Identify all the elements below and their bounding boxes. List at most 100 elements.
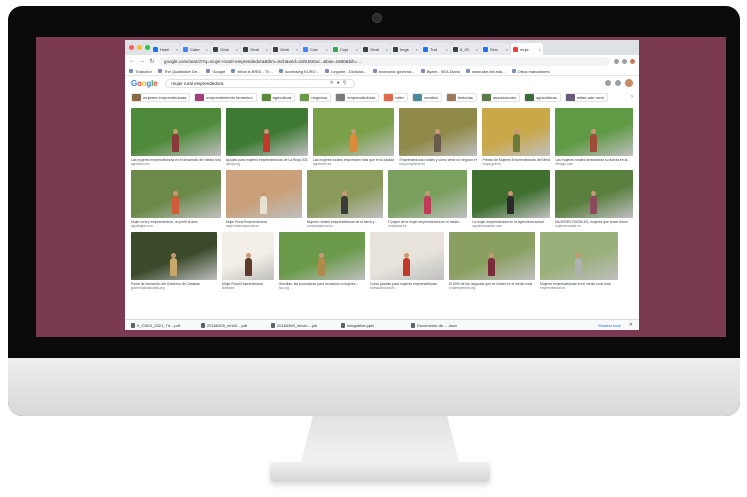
- image-result[interactable]: Mujer Rural Emprendedora mujerruralempren…: [225, 170, 302, 228]
- tab-close-icon[interactable]: ×: [206, 47, 208, 52]
- browser-tab[interactable]: Gesti ×: [271, 43, 300, 55]
- image-result[interactable]: El 80% de los negocios que se inician en…: [449, 232, 535, 290]
- tab-close-icon[interactable]: ×: [236, 47, 238, 52]
- image-thumbnail[interactable]: [370, 232, 444, 280]
- image-result[interactable]: La mujer emprendedora en la agricultura …: [472, 170, 551, 228]
- related-search-chip[interactable]: agricultura: [260, 92, 296, 102]
- window-controls[interactable]: [129, 45, 150, 50]
- bookmark-item[interactable]: Byarn - SEA Diario: [420, 69, 460, 74]
- download-item[interactable]: II_CIIDS_2021_Tri....pdf: [131, 322, 193, 328]
- tab-close-icon[interactable]: ×: [386, 47, 388, 52]
- image-result[interactable]: Premio de Mujeres Emprendedoras del Medi…: [482, 108, 551, 166]
- image-result[interactable]: Emprendedoras rurales y cómo crear un ne…: [399, 108, 478, 166]
- bookmark-item[interactable]: What is BRDI - Th...: [231, 69, 273, 74]
- reload-icon[interactable]: ↻: [149, 58, 155, 65]
- bookmark-item[interactable]: www.ase.mit.edu...: [466, 69, 506, 74]
- image-thumbnail[interactable]: [226, 108, 308, 156]
- image-thumbnail[interactable]: [482, 108, 551, 156]
- bookmark-item[interactable]: Otros marcadores: [511, 69, 550, 74]
- bookmark-item[interactable]: Accessing EURO...: [278, 69, 319, 74]
- image-result[interactable]: Curso gratuito para mujeres emprendedora…: [370, 232, 444, 290]
- tab-close-icon[interactable]: ×: [266, 47, 268, 52]
- browser-tab[interactable]: Imge ×: [391, 43, 420, 55]
- bookmark-item[interactable]: Linguee - Dictiona...: [325, 69, 367, 74]
- image-thumbnail[interactable]: [472, 170, 551, 218]
- browser-tab[interactable]: Com ×: [301, 43, 330, 55]
- browser-tab[interactable]: Copi ×: [331, 43, 360, 55]
- related-search-chip[interactable]: taller: [383, 92, 409, 102]
- image-thumbnail[interactable]: [399, 108, 478, 156]
- related-search-chip[interactable]: asociaciones: [480, 92, 521, 102]
- minimize-window-icon[interactable]: [137, 45, 142, 50]
- tab-close-icon[interactable]: ×: [356, 47, 358, 52]
- browser-tab[interactable]: Calen ×: [181, 43, 210, 55]
- bookmark-item[interactable]: The Qualitative De...: [157, 69, 200, 74]
- maximize-window-icon[interactable]: [145, 45, 150, 50]
- image-result[interactable]: Mujeres rurales emprendedoras de la tier…: [306, 170, 383, 228]
- browser-tab[interactable]: 8_20 ×: [451, 43, 480, 55]
- related-search-chip[interactable]: negocios: [299, 92, 332, 102]
- image-thumbnail[interactable]: [449, 232, 535, 280]
- image-thumbnail[interactable]: [131, 170, 221, 218]
- image-thumbnail[interactable]: [540, 232, 618, 280]
- download-item[interactable]: Documento de ....docx: [411, 322, 473, 328]
- image-result[interactable]: Mujer rural y emprendedora, un perfil al…: [131, 170, 221, 228]
- search-icons[interactable]: ✕●⚲: [330, 80, 350, 86]
- tab-close-icon[interactable]: ×: [326, 47, 328, 52]
- related-search-chip[interactable]: emprendedoras: [335, 92, 380, 102]
- related-search-chip[interactable]: mujeres emprendedoras: [131, 92, 191, 102]
- image-thumbnail[interactable]: [555, 170, 634, 218]
- profile-avatar[interactable]: [630, 58, 635, 64]
- image-result[interactable]: Ayudas para mujeres emprendedoras de La …: [226, 108, 308, 166]
- image-result[interactable]: Las mujeres emprendedoras en el desarrol…: [131, 108, 221, 166]
- image-result[interactable]: MUJERES RURALES, mujeres que crean futur…: [555, 170, 634, 228]
- image-thumbnail[interactable]: [555, 108, 633, 156]
- image-result[interactable]: El papel de la mujer emprendedora en el …: [387, 170, 468, 228]
- browser-tab[interactable]: Gesti ×: [361, 43, 390, 55]
- browser-tab[interactable]: Hotel ×: [151, 43, 180, 55]
- chips-next-arrow-icon[interactable]: ›: [631, 94, 633, 100]
- address-bar[interactable]: google.com/search?q=mujer+rural+emprende…: [159, 56, 610, 66]
- extension-icon[interactable]: [614, 58, 619, 64]
- download-item[interactable]: 20166309_mh04....pdf: [201, 322, 263, 328]
- browser-tab[interactable]: Trat ×: [421, 43, 450, 55]
- image-thumbnail[interactable]: [225, 170, 302, 218]
- browser-tab[interactable]: muje ×: [511, 43, 543, 55]
- image-result[interactable]: Las mujeres rurales demuestran su fuerza…: [555, 108, 633, 166]
- browser-tab[interactable]: Serv ×: [481, 43, 510, 55]
- browser-tab[interactable]: Gesti ×: [241, 43, 270, 55]
- bookmark-item[interactable]: Traductor: [129, 69, 152, 74]
- account-avatar[interactable]: [625, 79, 633, 87]
- image-thumbnail[interactable]: [306, 170, 383, 218]
- search-input[interactable]: mujer rural emprendedora ✕●⚲: [165, 78, 356, 88]
- image-result[interactable]: Mujer Rural Emprendedora Bimbués: [222, 232, 274, 290]
- image-thumbnail[interactable]: [387, 170, 468, 218]
- back-icon[interactable]: ←: [129, 58, 135, 64]
- download-item[interactable]: infografias.pptx: [341, 322, 403, 328]
- related-search-chip[interactable]: mitad arte rural: [564, 92, 608, 102]
- bookmark-star-icon[interactable]: [622, 58, 627, 64]
- apps-grid-icon[interactable]: [615, 80, 621, 86]
- image-thumbnail[interactable]: [131, 232, 217, 280]
- related-search-chip[interactable]: creativo: [412, 92, 443, 102]
- image-result[interactable]: Semillas: las promotoras para formación …: [279, 232, 365, 290]
- tab-close-icon[interactable]: ×: [446, 47, 448, 52]
- bookmark-item[interactable]: economic governa...: [372, 69, 415, 74]
- image-thumbnail[interactable]: [131, 108, 221, 156]
- download-item[interactable]: 20184369_inncio....pdf: [271, 322, 333, 328]
- tab-close-icon[interactable]: ×: [539, 47, 541, 52]
- tab-close-icon[interactable]: ×: [506, 47, 508, 52]
- image-result[interactable]: Las mujeres rurales emprenden más que en…: [313, 108, 395, 166]
- show-all-downloads-link[interactable]: Mostrar todo: [598, 323, 620, 328]
- tab-close-icon[interactable]: ×: [416, 47, 418, 52]
- close-downloads-icon[interactable]: ✕: [629, 322, 633, 328]
- tab-close-icon[interactable]: ×: [476, 47, 478, 52]
- google-logo[interactable]: Google: [131, 79, 158, 88]
- settings-gear-icon[interactable]: [605, 80, 611, 86]
- image-thumbnail[interactable]: [279, 232, 365, 280]
- related-search-chip[interactable]: historias: [446, 92, 477, 102]
- image-thumbnail[interactable]: [222, 232, 274, 280]
- browser-tab[interactable]: Gesti ×: [211, 43, 240, 55]
- image-result[interactable]: Mujeres emprendedoras en el medio rural …: [540, 232, 618, 290]
- image-thumbnail[interactable]: [313, 108, 395, 156]
